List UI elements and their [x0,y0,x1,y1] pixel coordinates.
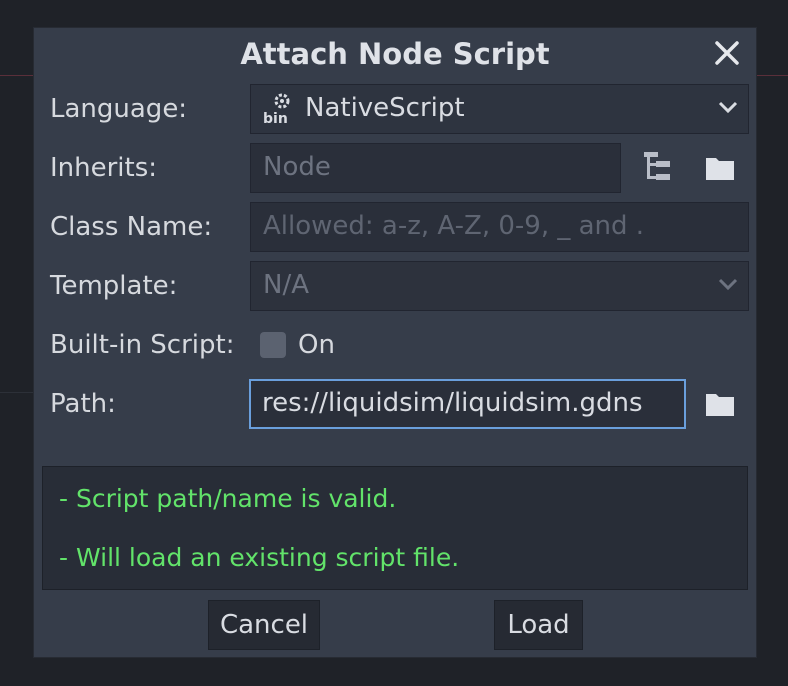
load-button[interactable]: Load [494,600,583,650]
folder-icon[interactable] [704,388,738,422]
class-name-label: Class Name: [50,212,213,242]
folder-icon[interactable] [704,152,738,186]
chevron-down-icon [718,278,738,291]
node-tree-icon[interactable] [642,150,676,184]
status-message: - Script path/name is valid. [59,484,397,513]
inherits-label: Inherits: [50,153,158,183]
language-select[interactable]: bin NativeScript [250,84,749,134]
builtin-script-label: Built-in Script: [50,330,235,360]
chevron-down-icon [718,101,738,114]
close-icon[interactable] [712,38,742,68]
language-label: Language: [50,94,188,124]
template-select[interactable]: N/A [250,261,749,311]
status-message-box: - Script path/name is valid. - Will load… [42,466,748,590]
background-line [0,75,34,76]
background-line [0,392,34,393]
path-field[interactable]: res://liquidsim/liquidsim.gdns [249,379,686,429]
inherits-field[interactable]: Node [250,143,621,193]
class-name-field[interactable]: Allowed: a-z, A-Z, 0-9, _ and . [250,202,749,252]
cancel-button[interactable]: Cancel [208,600,320,650]
nativescript-icon: bin [263,93,290,125]
dialog-title: Attach Node Script [240,37,550,71]
attach-node-script-dialog: Attach Node Script Language: bin NativeS… [33,27,757,658]
path-label: Path: [50,389,116,419]
language-value: NativeScript [305,93,465,123]
background-line [756,75,788,76]
svg-text:bin: bin [263,111,288,125]
status-message: - Will load an existing script file. [59,543,460,572]
builtin-checkbox-label: On [298,330,335,360]
builtin-script-checkbox[interactable] [260,332,286,358]
template-value: N/A [263,270,309,300]
template-label: Template: [50,271,178,301]
